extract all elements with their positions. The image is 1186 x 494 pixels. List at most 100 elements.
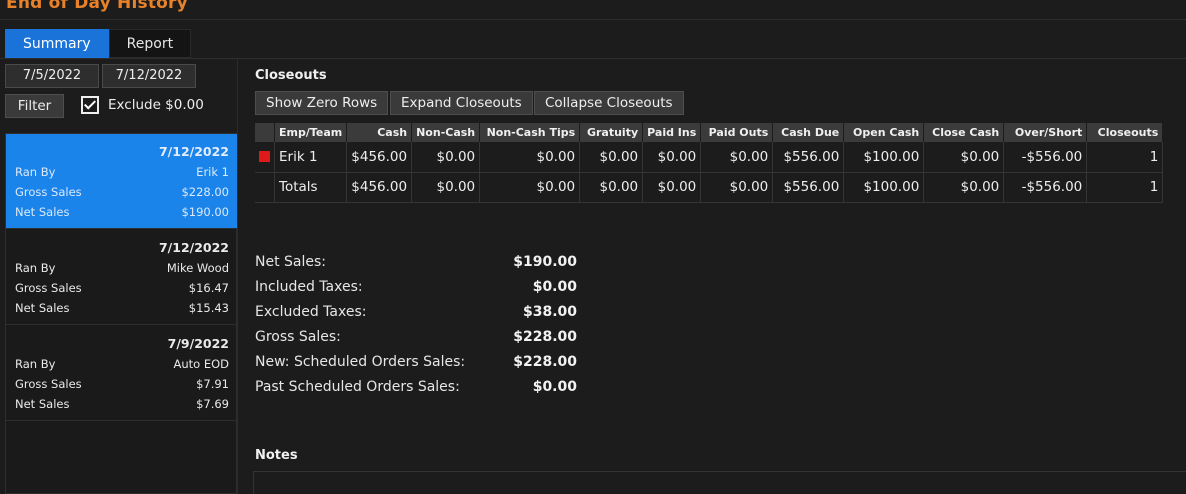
panel-divider bbox=[237, 59, 238, 494]
summary-label: New: Scheduled Orders Sales: bbox=[255, 354, 466, 370]
cell-emp-team: Totals bbox=[274, 172, 348, 203]
net-sales-label: Net Sales bbox=[15, 397, 70, 411]
cell-non-cash: $0.00 bbox=[411, 172, 481, 203]
gross-sales-label: Gross Sales bbox=[15, 281, 82, 295]
cell-closeouts: 1 bbox=[1086, 172, 1164, 203]
history-item-date: 7/9/2022 bbox=[167, 336, 229, 351]
cell-non-cash-tips: $0.00 bbox=[479, 172, 581, 203]
cell-cash-due: $556.00 bbox=[772, 142, 845, 173]
col-paid-ins[interactable]: Paid Ins bbox=[642, 123, 702, 142]
table-row[interactable]: Erik 1 $456.00 $0.00 $0.00 $0.00 $0.00 $… bbox=[255, 142, 1164, 173]
net-sales-label: Net Sales bbox=[15, 301, 70, 315]
summary-label: Net Sales: bbox=[255, 254, 327, 270]
show-zero-rows-button[interactable]: Show Zero Rows bbox=[255, 91, 389, 115]
net-sales-value: $7.69 bbox=[196, 397, 229, 411]
tab-bar: Summary Report bbox=[5, 29, 192, 58]
tab-report[interactable]: Report bbox=[108, 29, 192, 58]
summary-label: Past Scheduled Orders Sales: bbox=[255, 379, 460, 395]
end-date-field[interactable]: 7/12/2022 bbox=[102, 64, 196, 88]
collapse-closeouts-button[interactable]: Collapse Closeouts bbox=[534, 91, 684, 115]
cell-paid-outs: $0.00 bbox=[700, 172, 774, 203]
row-indicator bbox=[255, 142, 275, 173]
history-item-date: 7/12/2022 bbox=[158, 144, 229, 159]
summary-value: $228.00 bbox=[513, 354, 577, 370]
cell-open-cash: $100.00 bbox=[843, 172, 925, 203]
summary-label: Included Taxes: bbox=[255, 279, 363, 295]
col-indicator bbox=[255, 123, 275, 142]
ran-by-label: Ran By bbox=[15, 261, 56, 275]
filter-button[interactable]: Filter bbox=[5, 94, 64, 118]
checkmark-icon bbox=[83, 97, 97, 110]
history-item[interactable]: 7/12/2022 Ran By Erik 1 Gross Sales $228.0… bbox=[6, 134, 238, 229]
cell-emp-team: Erik 1 bbox=[274, 142, 348, 173]
gross-sales-value: $7.91 bbox=[196, 377, 229, 391]
col-cash-due[interactable]: Cash Due bbox=[772, 123, 845, 142]
summary-value: $0.00 bbox=[532, 279, 577, 295]
summary-row: New: Scheduled Orders Sales: $228.00 bbox=[255, 354, 585, 379]
cell-cash-due: $556.00 bbox=[772, 172, 845, 203]
window-title: End of Day History bbox=[6, 0, 188, 13]
ran-by-label: Ran By bbox=[15, 165, 56, 179]
row-indicator bbox=[255, 172, 275, 203]
table-header-row: Emp/Team Cash Non-Cash Non-Cash Tips Gra… bbox=[255, 123, 1164, 142]
cell-closeouts: 1 bbox=[1086, 142, 1164, 173]
col-non-cash-tips[interactable]: Non-Cash Tips bbox=[479, 123, 581, 142]
gross-sales-label: Gross Sales bbox=[15, 377, 82, 391]
closeouts-table: Emp/Team Cash Non-Cash Non-Cash Tips Gra… bbox=[255, 123, 1164, 203]
col-open-cash[interactable]: Open Cash bbox=[843, 123, 925, 142]
cell-non-cash-tips: $0.00 bbox=[479, 142, 581, 173]
tab-summary[interactable]: Summary bbox=[5, 29, 109, 58]
notes-textarea[interactable] bbox=[253, 471, 1186, 494]
col-close-cash[interactable]: Close Cash bbox=[923, 123, 1005, 142]
col-non-cash[interactable]: Non-Cash bbox=[411, 123, 481, 142]
col-cash[interactable]: Cash bbox=[346, 123, 413, 142]
history-item[interactable]: 7/12/2022 Ran By Mike Wood Gross Sales $16… bbox=[6, 230, 238, 325]
cell-paid-ins: $0.00 bbox=[642, 172, 702, 203]
notes-title: Notes bbox=[255, 448, 298, 463]
closeouts-title: Closeouts bbox=[255, 68, 327, 83]
cell-non-cash: $0.00 bbox=[411, 142, 481, 173]
summary-value: $228.00 bbox=[513, 329, 577, 345]
cell-paid-ins: $0.00 bbox=[642, 142, 702, 173]
start-date-field[interactable]: 7/5/2022 bbox=[5, 64, 99, 88]
cell-cash: $456.00 bbox=[346, 172, 413, 203]
col-paid-outs[interactable]: Paid Outs bbox=[700, 123, 774, 142]
cell-gratuity: $0.00 bbox=[579, 142, 644, 173]
summary-label: Excluded Taxes: bbox=[255, 304, 367, 320]
summary-row: Net Sales: $190.00 bbox=[255, 254, 585, 279]
net-sales-value: $15.43 bbox=[188, 301, 229, 315]
cell-over-short: -$556.00 bbox=[1003, 142, 1088, 173]
cell-gratuity: $0.00 bbox=[579, 172, 644, 203]
cell-cash: $456.00 bbox=[346, 142, 413, 173]
cell-close-cash: $0.00 bbox=[923, 172, 1005, 203]
gross-sales-label: Gross Sales bbox=[15, 185, 82, 199]
ran-by-value: Mike Wood bbox=[166, 261, 229, 275]
col-closeouts[interactable]: Closeouts bbox=[1086, 123, 1164, 142]
net-sales-label: Net Sales bbox=[15, 205, 70, 219]
exclude-zero-checkbox[interactable] bbox=[81, 96, 99, 114]
summary-row: Included Taxes: $0.00 bbox=[255, 279, 585, 304]
col-over-short[interactable]: Over/Short bbox=[1003, 123, 1088, 142]
history-item[interactable]: 7/9/2022 Ran By Auto EOD Gross Sales $7.91… bbox=[6, 326, 238, 421]
cell-over-short: -$556.00 bbox=[1003, 172, 1088, 203]
summary-row: Excluded Taxes: $38.00 bbox=[255, 304, 585, 329]
cell-close-cash: $0.00 bbox=[923, 142, 1005, 173]
gross-sales-value: $228.00 bbox=[181, 185, 229, 199]
summary-value: $190.00 bbox=[513, 254, 577, 270]
summary-value: $38.00 bbox=[522, 304, 577, 320]
title-divider bbox=[0, 19, 1186, 20]
col-emp-team[interactable]: Emp/Team bbox=[274, 123, 348, 142]
tabs-divider bbox=[0, 58, 1186, 59]
gross-sales-value: $16.47 bbox=[188, 281, 229, 295]
exclude-zero-label: Exclude $0.00 bbox=[108, 97, 204, 113]
col-gratuity[interactable]: Gratuity bbox=[579, 123, 644, 142]
summary-value: $0.00 bbox=[532, 379, 577, 395]
expand-closeouts-button[interactable]: Expand Closeouts bbox=[390, 91, 533, 115]
summary-row: Gross Sales: $228.00 bbox=[255, 329, 585, 354]
table-totals-row: Totals $456.00 $0.00 $0.00 $0.00 $0.00 $… bbox=[255, 172, 1164, 203]
history-item-date: 7/12/2022 bbox=[158, 240, 229, 255]
ran-by-value: Erik 1 bbox=[196, 165, 229, 179]
ran-by-value: Auto EOD bbox=[173, 357, 229, 371]
ran-by-label: Ran By bbox=[15, 357, 56, 371]
status-indicator-icon bbox=[259, 151, 270, 163]
